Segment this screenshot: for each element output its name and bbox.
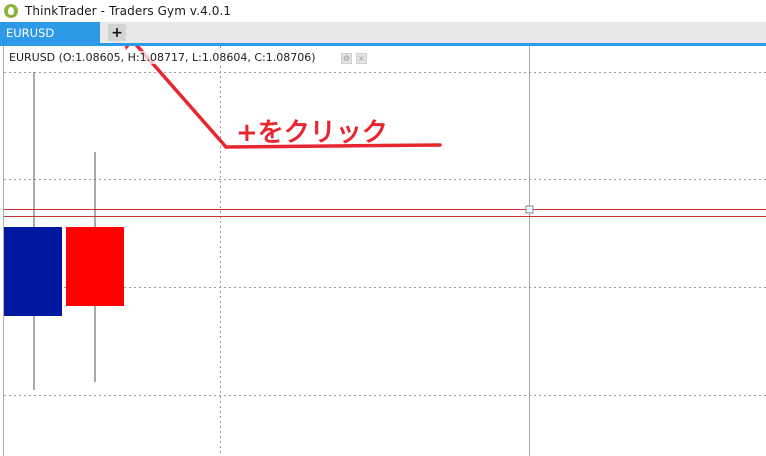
chart-canvas[interactable]: [0, 46, 766, 456]
annotation-text: +をクリック: [236, 118, 388, 148]
ohlc-readout: EURUSD (O:1.08605, H:1.08717, L:1.08604,…: [9, 51, 316, 64]
title-bar: ThinkTrader - Traders Gym v.4.0.1: [0, 0, 766, 22]
chart-close-icon[interactable]: ×: [356, 53, 367, 64]
window-title: ThinkTrader - Traders Gym v.4.0.1: [25, 4, 232, 18]
annotation-arrow-head: [124, 46, 130, 50]
tab-label: EURUSD: [6, 25, 55, 40]
candle-body-bear: [66, 227, 124, 306]
add-tab-button[interactable]: +: [108, 24, 126, 41]
candle-body-bull: [4, 227, 62, 316]
chart-tab-bar: EURUSD +: [0, 22, 766, 46]
thinktrader-logo-icon: [4, 4, 18, 18]
price-line-handle[interactable]: [525, 205, 534, 214]
chart-settings-icon[interactable]: ⚙: [341, 53, 352, 64]
tab-eurusd[interactable]: EURUSD: [0, 22, 100, 43]
plus-icon: +: [111, 24, 123, 41]
chart-area[interactable]: EURUSD (O:1.08605, H:1.08717, L:1.08604,…: [0, 46, 766, 456]
